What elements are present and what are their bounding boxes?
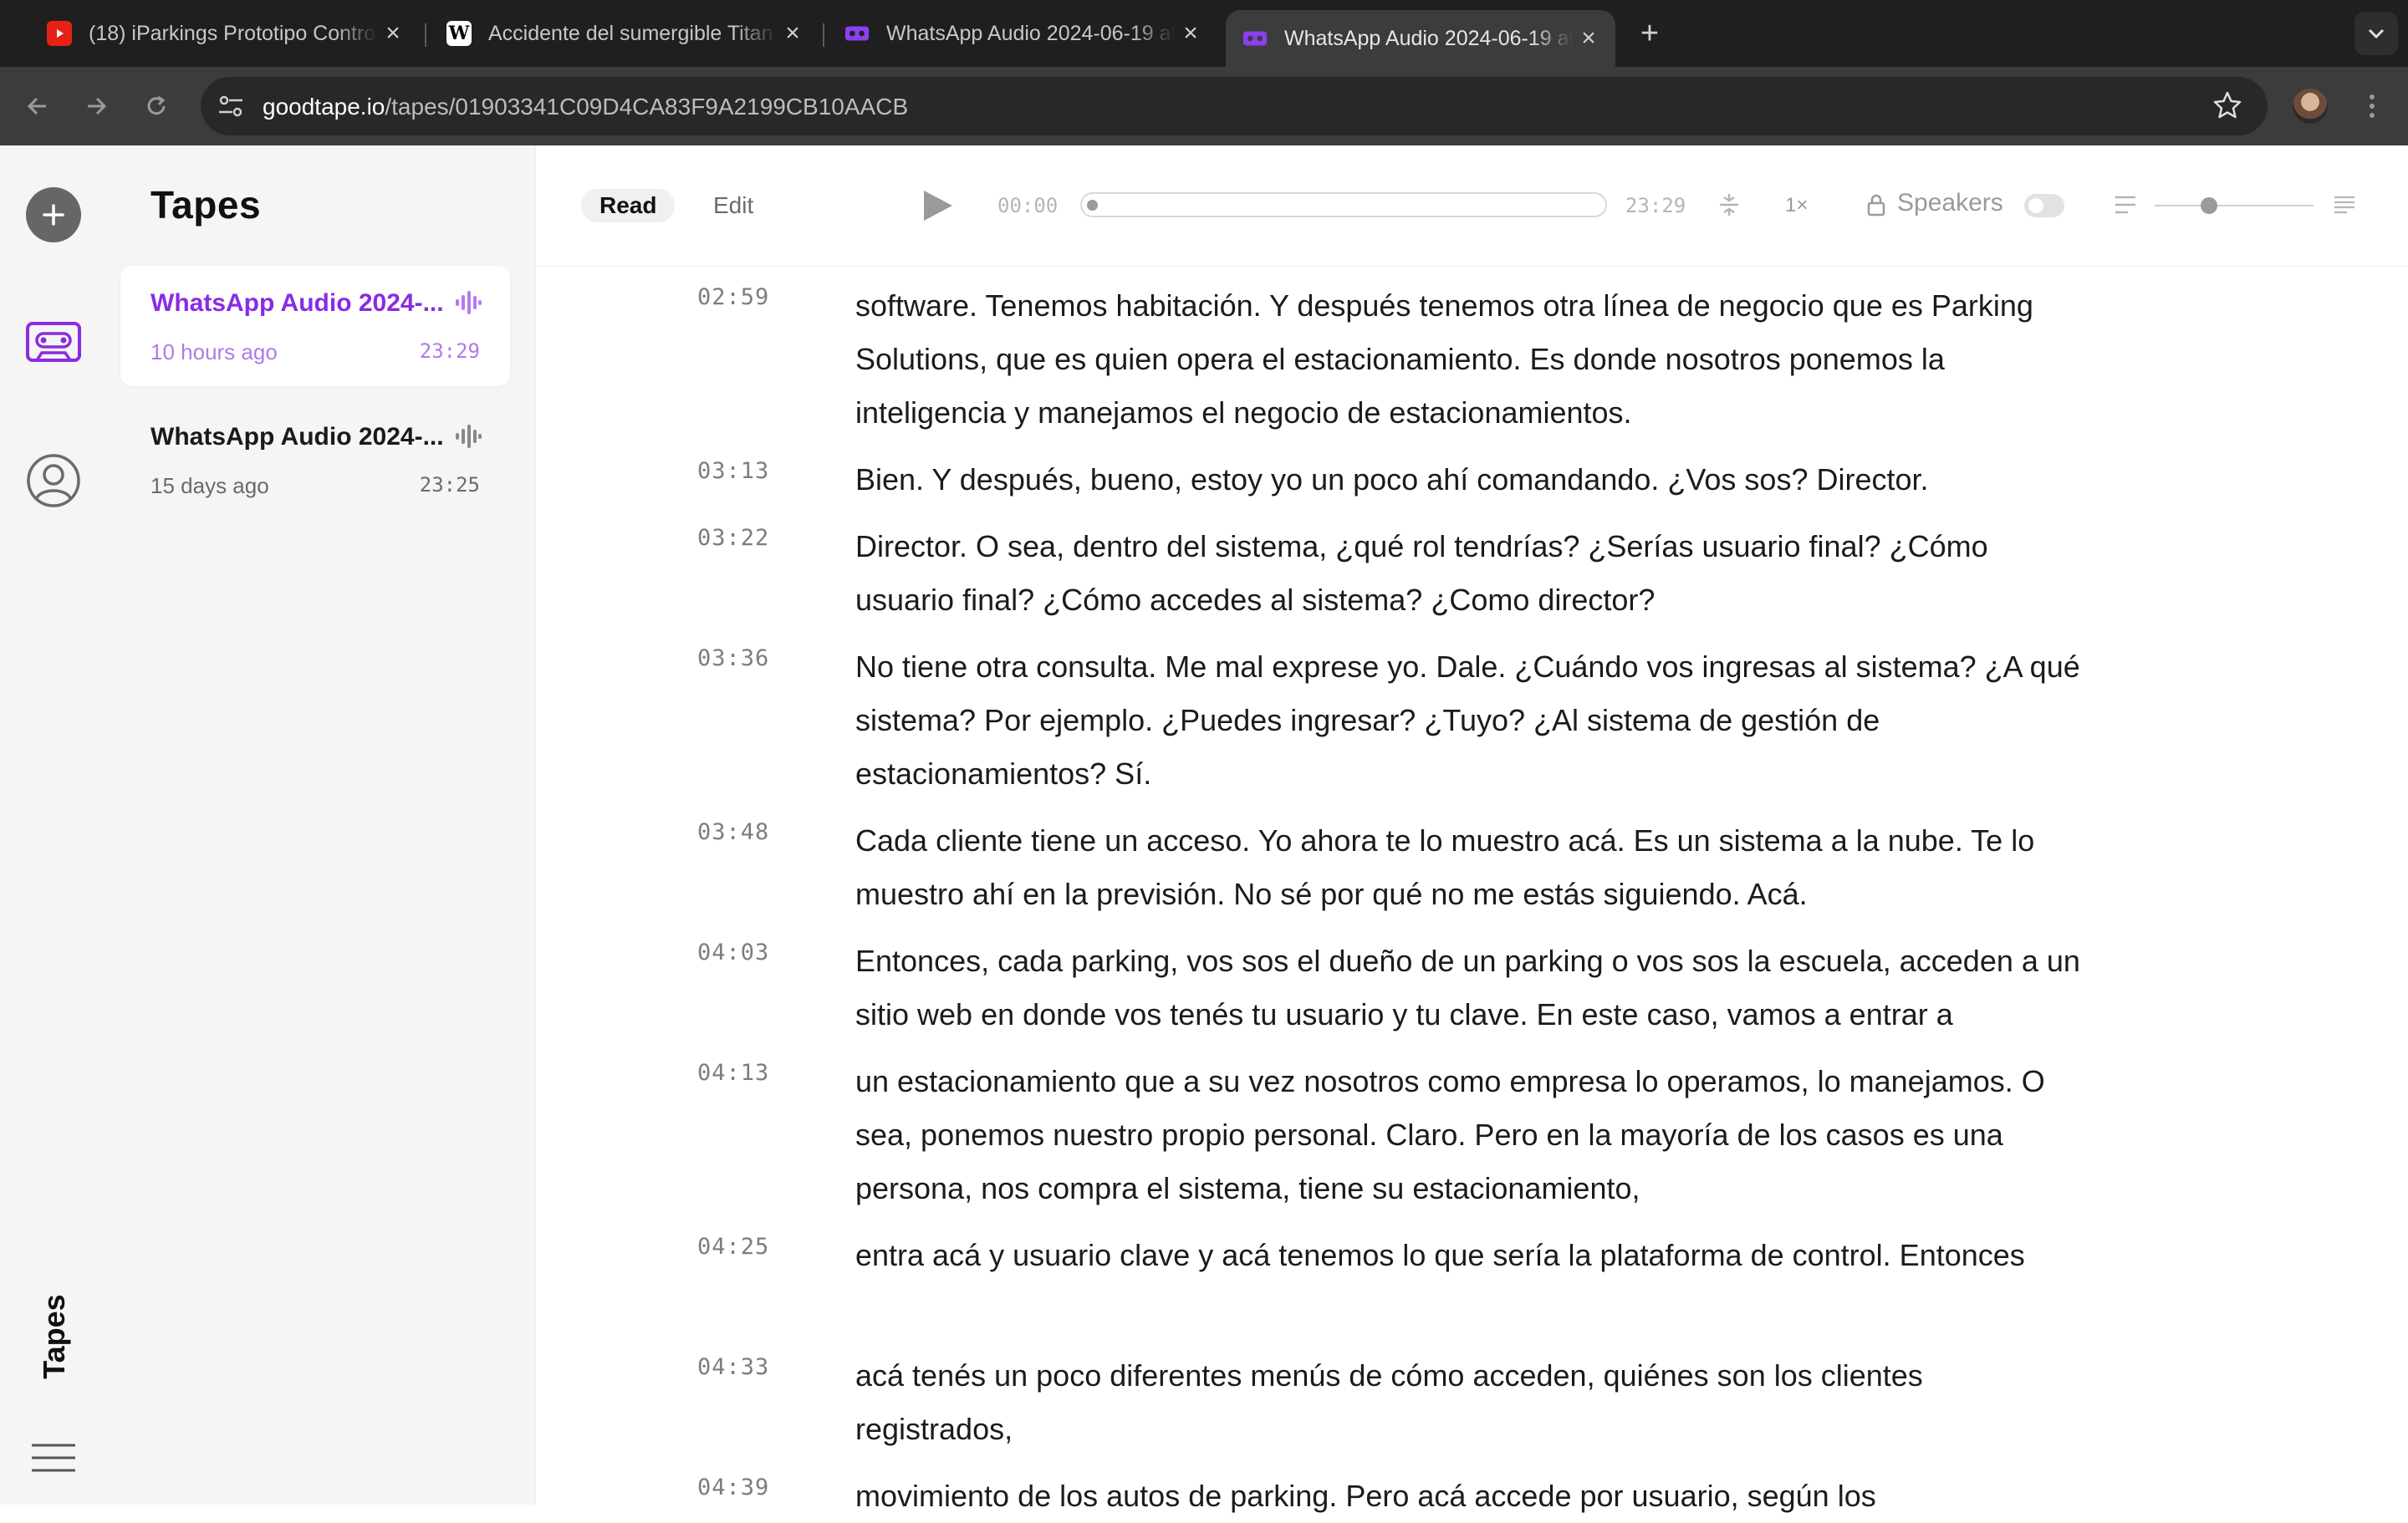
tab-title: Accidente del sumergible Titan... — [488, 21, 778, 45]
progress-bar[interactable] — [1080, 192, 1607, 217]
goodtape-icon — [1242, 26, 1268, 51]
browser-tab-strip: (18) iParkings Prototipo Control... × W … — [0, 0, 2408, 67]
segment-timestamp[interactable]: 04:39 — [697, 1475, 769, 1500]
browser-menu-button[interactable] — [2353, 87, 2391, 125]
vertical-tapes-label: Tapes — [37, 1294, 71, 1379]
left-rail: Tapes — [0, 145, 107, 1505]
segment-text[interactable]: No tiene otra consulta. Me mal exprese y… — [855, 640, 2084, 801]
text-size-knob[interactable] — [2200, 197, 2217, 214]
tab-title: WhatsApp Audio 2024-06-19 at... — [886, 21, 1176, 45]
segment-text[interactable]: un estacionamiento que a su vez nosotros… — [855, 1055, 2084, 1215]
tape-name: WhatsApp Audio 2024-... — [150, 289, 444, 317]
url-text: goodtape.io/tapes/01903341C09D4CA83F9A21… — [263, 94, 908, 120]
tab-title: WhatsApp Audio 2024-06-19 at... — [1284, 26, 1574, 50]
sidebar-title: Tapes — [150, 183, 262, 227]
browser-tab[interactable]: W Accidente del sumergible Titan... × — [430, 10, 819, 57]
lock-icon — [1867, 193, 1885, 221]
goodtape-app: Tapes Tapes WhatsApp Audio 2024-... 10 h… — [0, 145, 2408, 1513]
tapes-sidebar: Tapes WhatsApp Audio 2024-... 10 hours a… — [107, 145, 536, 1505]
account-icon[interactable] — [26, 453, 81, 512]
reload-icon — [147, 95, 166, 115]
waveform-icon — [455, 291, 482, 318]
site-settings-icon[interactable] — [217, 94, 244, 123]
more-vertical-icon — [2370, 94, 2375, 118]
tape-created-ago: 15 days ago — [150, 473, 269, 498]
arrow-right-icon — [88, 97, 107, 115]
tab-search-button[interactable] — [2354, 12, 2398, 55]
chevron-down-icon — [2368, 28, 2385, 38]
tape-duration: 23:29 — [419, 339, 480, 363]
back-button[interactable] — [18, 87, 57, 125]
tape-created-ago: 10 hours ago — [150, 339, 278, 364]
text-large-icon — [2334, 196, 2355, 218]
new-tab-button[interactable]: + — [1630, 14, 1669, 53]
wikipedia-icon: W — [446, 21, 472, 46]
tape-item[interactable]: WhatsApp Audio 2024-... 15 days ago 23:2… — [120, 400, 510, 520]
segment-text[interactable]: software. Tenemos habitación. Y después … — [855, 279, 2084, 440]
segment-text[interactable]: acá tenés un poco diferentes menús de có… — [855, 1349, 2084, 1456]
segment-timestamp[interactable]: 04:25 — [697, 1234, 769, 1260]
segment-text[interactable]: Bien. Y después, bueno, estoy yo un poco… — [855, 453, 2084, 507]
segment-timestamp[interactable]: 03:36 — [697, 645, 769, 671]
segment-text[interactable]: Cada cliente tiene un acceso. Yo ahora t… — [855, 814, 2084, 921]
reload-button[interactable] — [137, 87, 176, 125]
close-tab-icon[interactable]: × — [778, 19, 808, 48]
speakers-label: Speakers — [1897, 189, 2003, 216]
browser-tab-active[interactable]: WhatsApp Audio 2024-06-19 at... × — [1226, 10, 1615, 67]
current-time: 00:00 — [997, 194, 1059, 217]
tab-divider — [425, 23, 426, 47]
tab-title: (18) iParkings Prototipo Control... — [89, 21, 378, 45]
url-path: /tapes/01903341C09D4CA83F9A2199CB10AACB — [385, 94, 909, 120]
tape-item[interactable]: WhatsApp Audio 2024-... 10 hours ago 23:… — [120, 266, 510, 386]
url-host: goodtape.io — [263, 94, 385, 120]
segment-text[interactable]: Entonces, cada parking, vos sos el dueño… — [855, 935, 2084, 1042]
plus-icon — [43, 204, 64, 226]
menu-icon[interactable] — [30, 1443, 77, 1477]
segment-text[interactable]: entra acá y usuario clave y acá tenemos … — [855, 1229, 2084, 1282]
text-size-slider[interactable] — [2155, 197, 2314, 214]
waveform-icon — [455, 425, 482, 452]
browser-toolbar: goodtape.io/tapes/01903341C09D4CA83F9A21… — [0, 67, 2408, 145]
segment-timestamp[interactable]: 03:13 — [697, 458, 769, 484]
speakers-toggle[interactable] — [2024, 194, 2064, 217]
browser-tab[interactable]: (18) iParkings Prototipo Control... × — [30, 10, 420, 57]
profile-avatar[interactable] — [2293, 89, 2328, 124]
tape-duration: 23:25 — [419, 473, 480, 497]
segment-timestamp[interactable]: 04:03 — [697, 940, 769, 965]
edit-mode-button[interactable]: Edit — [695, 189, 772, 222]
play-icon — [924, 191, 952, 221]
segment-timestamp[interactable]: 03:48 — [697, 819, 769, 845]
total-time: 23:29 — [1625, 194, 1686, 217]
bookmark-star-icon[interactable] — [2212, 90, 2242, 125]
close-tab-icon[interactable]: × — [1176, 19, 1206, 48]
jump-to-current-icon[interactable] — [1718, 192, 1740, 222]
segment-timestamp[interactable]: 04:13 — [697, 1060, 769, 1086]
tape-name: WhatsApp Audio 2024-... — [150, 423, 444, 451]
goodtape-icon — [844, 21, 870, 46]
forward-button[interactable] — [77, 87, 115, 125]
arrow-left-icon — [27, 97, 46, 115]
text-small-icon — [2115, 196, 2136, 218]
address-bar[interactable]: goodtape.io/tapes/01903341C09D4CA83F9A21… — [201, 77, 2268, 135]
vertical-tapes-label-wrap: Tapes — [37, 1282, 72, 1391]
close-tab-icon[interactable]: × — [1574, 24, 1604, 53]
segment-timestamp[interactable]: 04:33 — [697, 1354, 769, 1380]
playback-speed-button[interactable]: 1× — [1785, 194, 1808, 217]
tapes-nav-icon[interactable] — [25, 321, 82, 367]
segment-timestamp[interactable]: 02:59 — [697, 284, 769, 310]
new-tape-button[interactable] — [26, 187, 81, 242]
player-toolbar: Read Edit 00:00 23:29 1× Speakers — [536, 145, 2408, 267]
transcript-view: Read Edit 00:00 23:29 1× Speakers 02:59 … — [536, 145, 2408, 1513]
play-button[interactable] — [921, 189, 954, 227]
segment-timestamp[interactable]: 03:22 — [697, 525, 769, 551]
close-tab-icon[interactable]: × — [378, 19, 408, 48]
speakers-toggle-knob — [2028, 198, 2043, 213]
tab-divider — [823, 23, 824, 47]
segment-text[interactable]: Director. O sea, dentro del sistema, ¿qu… — [855, 520, 2084, 627]
read-mode-button[interactable]: Read — [581, 189, 676, 222]
youtube-icon — [47, 21, 72, 46]
progress-knob[interactable] — [1087, 200, 1098, 211]
browser-tab[interactable]: WhatsApp Audio 2024-06-19 at... × — [828, 10, 1217, 57]
segment-text[interactable]: movimiento de los autos de parking. Pero… — [855, 1470, 2084, 1523]
